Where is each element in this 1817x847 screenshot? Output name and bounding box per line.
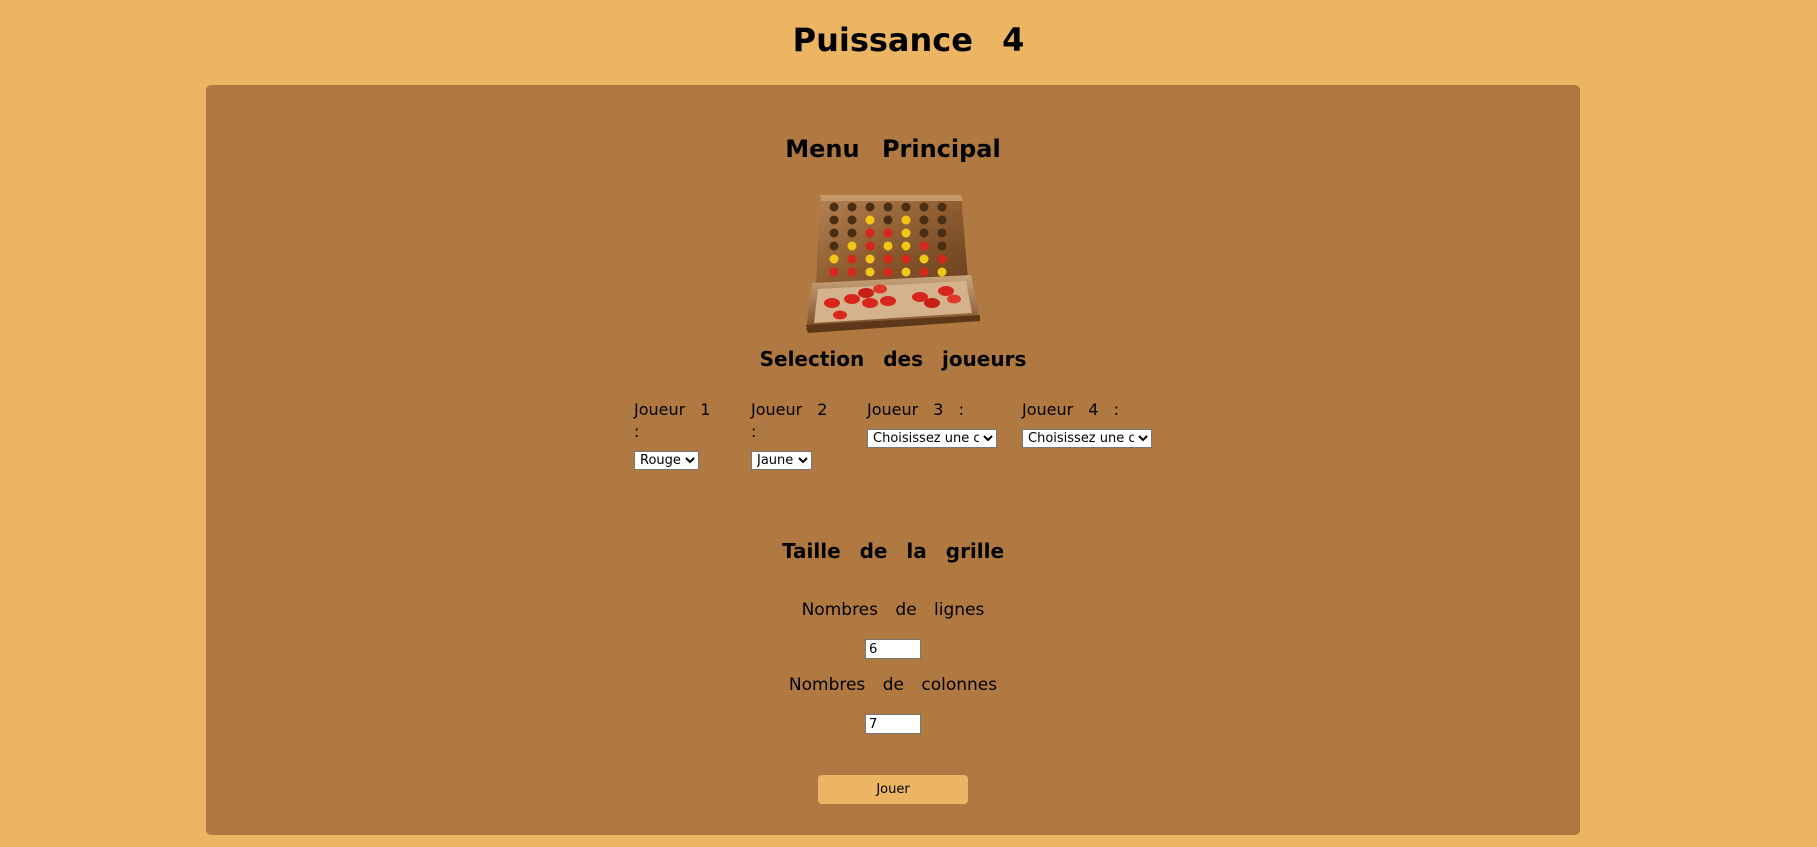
menu-title: Menu Principal bbox=[785, 135, 1001, 163]
grid-size-title: Taille de la grille bbox=[781, 539, 1005, 563]
player-4-field: Joueur 4 : Choisissez une co bbox=[1022, 399, 1162, 448]
player-3-label: Joueur 3 : bbox=[867, 400, 964, 419]
player-4-color-select[interactable]: Choisissez une co bbox=[1022, 429, 1152, 448]
player-4-label: Joueur 4 : bbox=[1022, 400, 1119, 419]
player-1-field: Joueur 1 : Rouge bbox=[634, 399, 719, 470]
page-title: Puissance 4 bbox=[792, 21, 1025, 59]
play-button[interactable]: Jouer bbox=[818, 775, 968, 804]
player-2-field: Joueur 2 : Jaune bbox=[751, 399, 836, 470]
player-2-color-select[interactable]: Jaune bbox=[751, 451, 812, 470]
columns-label: Nombres de colonnes bbox=[788, 675, 998, 695]
rows-label: Nombres de lignes bbox=[801, 600, 985, 620]
player-1-label: Joueur 1 : bbox=[634, 400, 711, 441]
player-3-color-select[interactable]: Choisissez une co bbox=[867, 429, 997, 448]
columns-input[interactable] bbox=[865, 714, 921, 734]
players-section-title: Selection des joueurs bbox=[759, 347, 1027, 371]
connect-four-board-image bbox=[806, 195, 980, 333]
player-1-color-select[interactable]: Rouge bbox=[634, 451, 699, 470]
rows-input[interactable] bbox=[865, 639, 921, 659]
main-menu-panel: Menu Principal Selection des joueurs Jou… bbox=[206, 85, 1580, 835]
player-3-field: Joueur 3 : Choisissez une co bbox=[867, 399, 1007, 448]
player-selection: Joueur 1 : Rouge Joueur 2 : Jaune Joueur… bbox=[206, 399, 1580, 499]
player-2-label: Joueur 2 : bbox=[751, 400, 828, 441]
